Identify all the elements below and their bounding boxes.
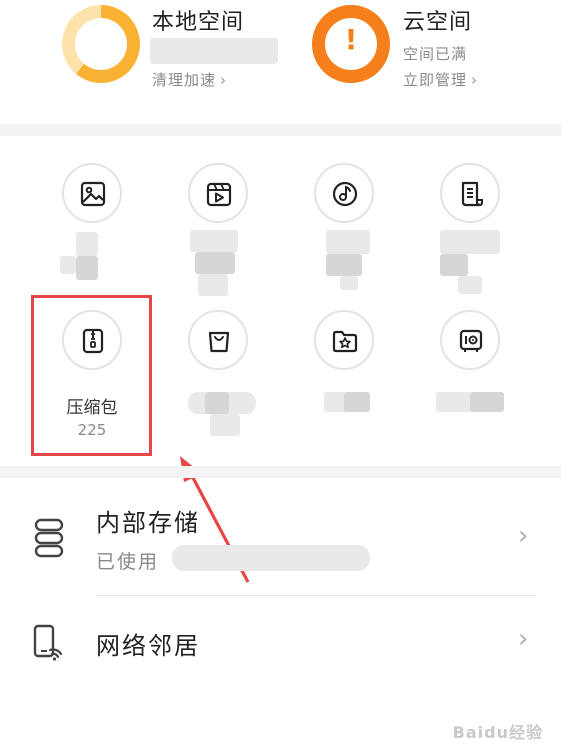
highlight-box <box>31 295 152 456</box>
chevron-right-icon: › <box>471 71 479 89</box>
section-divider <box>0 466 561 478</box>
cloud-storage-ring: ! <box>312 5 390 83</box>
internal-storage-title: 内部存储 <box>96 509 200 537</box>
local-storage-ring <box>62 5 140 83</box>
category-circle <box>314 310 374 370</box>
local-storage-title: 本地空间 <box>152 10 245 35</box>
manage-now-label: 立即管理 <box>403 71 468 89</box>
network-neighbor-title: 网络邻居 <box>96 632 200 660</box>
music-icon <box>332 181 358 207</box>
alert-icon: ! <box>344 23 358 56</box>
storage-icon <box>34 518 64 558</box>
chevron-right-icon: › <box>220 71 228 89</box>
watermark-logo: Baidu经验 <box>452 723 543 742</box>
category-circle <box>314 163 374 223</box>
cloud-storage-title: 云空间 <box>403 10 473 35</box>
bag-icon <box>208 331 230 353</box>
category-circle <box>440 163 500 223</box>
category-circle <box>188 163 248 223</box>
image-icon <box>80 181 106 207</box>
blurred-usage-text <box>150 38 278 64</box>
category-circle <box>440 310 500 370</box>
cloud-manage-link[interactable]: 立即管理 › <box>403 69 478 90</box>
starred-folder-icon <box>332 330 358 353</box>
chevron-right-icon: › <box>518 624 529 654</box>
category-circle <box>188 310 248 370</box>
chevron-right-icon: › <box>518 521 529 551</box>
row-separator <box>96 595 536 596</box>
clean-speedup-label: 清理加速 <box>152 71 217 89</box>
local-clean-link[interactable]: 清理加速 › <box>152 69 227 90</box>
internal-storage-subtitle: 已使用 <box>96 551 160 573</box>
cloud-status-text: 空间已满 <box>403 45 468 63</box>
video-icon <box>206 182 232 207</box>
category-circle <box>62 163 122 223</box>
section-divider <box>0 124 561 136</box>
network-phone-icon <box>33 624 63 661</box>
safe-icon <box>459 329 483 352</box>
document-icon <box>461 181 483 207</box>
